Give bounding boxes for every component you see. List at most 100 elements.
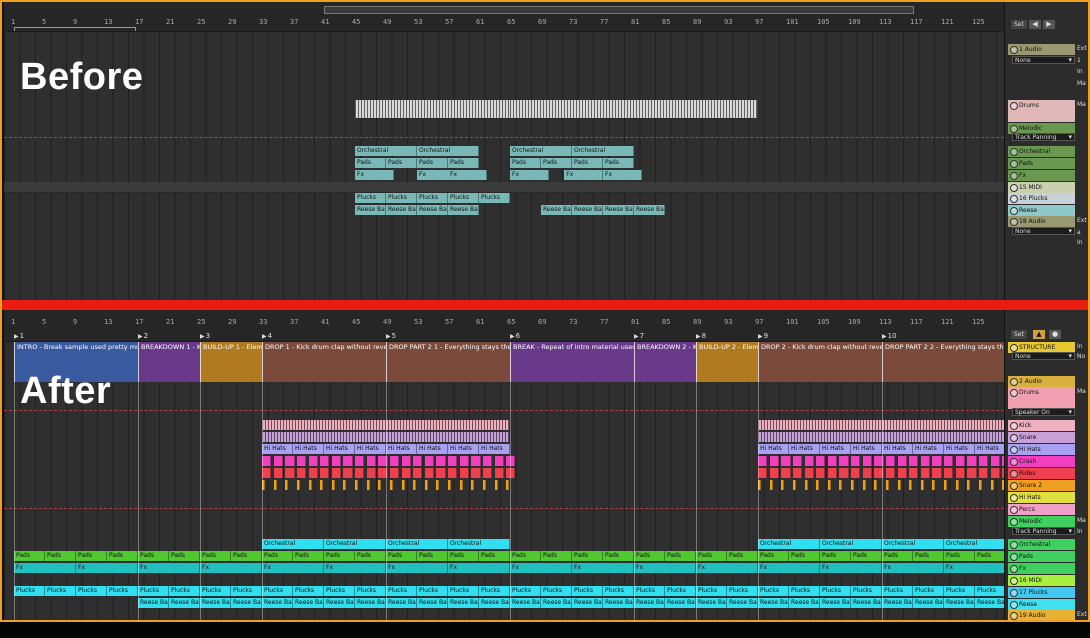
clip-crash[interactable] xyxy=(448,456,458,466)
clip-plucks[interactable]: Plucks xyxy=(169,586,200,596)
clip-fx[interactable]: Fx xyxy=(696,563,758,573)
clip-crash[interactable] xyxy=(897,456,907,466)
clip-crash[interactable] xyxy=(758,456,768,466)
clip-pads[interactable]: Pads xyxy=(76,551,107,561)
clip-crash[interactable] xyxy=(262,456,272,466)
scene-marker[interactable]: 3 xyxy=(200,332,210,340)
clip-plucks[interactable]: Plucks xyxy=(386,193,417,203)
arrow-left-icon[interactable]: ◀ xyxy=(1029,20,1041,29)
scene-marker[interactable]: 7 xyxy=(634,332,644,340)
clip-rides[interactable] xyxy=(851,468,861,478)
clip-snare[interactable] xyxy=(758,432,1004,442)
clip-snare2[interactable] xyxy=(424,480,428,490)
clip-snare2[interactable] xyxy=(273,480,277,490)
clip-crash[interactable] xyxy=(990,456,1000,466)
scene-marker[interactable]: 1 xyxy=(14,332,24,340)
clip-plucks[interactable]: Plucks xyxy=(355,586,386,596)
clip-plucks[interactable]: Plucks xyxy=(975,586,1004,596)
clip-pads[interactable]: Pads xyxy=(138,551,169,561)
clip-plucks[interactable]: Plucks xyxy=(696,586,727,596)
track-header[interactable]: 19 Audio xyxy=(1008,610,1075,620)
panning-select[interactable]: Track Panning xyxy=(1012,133,1075,141)
clip-plucks[interactable]: Plucks xyxy=(355,193,386,203)
clip-rides[interactable] xyxy=(494,468,504,478)
clip-snare2[interactable] xyxy=(792,480,796,490)
clip-pads[interactable]: Pads xyxy=(324,551,355,561)
clip-orchestral[interactable]: Orchestral xyxy=(355,146,417,156)
clip-crash[interactable] xyxy=(296,456,307,466)
clip-hihats[interactable]: Hi Hats xyxy=(293,444,324,454)
clip-crash[interactable] xyxy=(978,456,989,466)
clip-orchestral[interactable]: Orchestral xyxy=(448,539,510,549)
clip-crash[interactable] xyxy=(494,456,504,466)
clip-rides[interactable] xyxy=(459,468,469,478)
track-header[interactable]: Orchestral xyxy=(1008,146,1075,157)
clip-plucks[interactable]: Plucks xyxy=(324,586,355,596)
clip-rides[interactable] xyxy=(944,468,954,478)
clip-crash[interactable] xyxy=(827,456,838,466)
clip-rides[interactable] xyxy=(967,468,977,478)
clip-hihats[interactable]: Hi Hats xyxy=(386,444,417,454)
clip-rides[interactable] xyxy=(781,468,791,478)
clip-crash[interactable] xyxy=(909,456,919,466)
clip-reese[interactable]: Reese Ba xyxy=(417,598,448,608)
clip-crash[interactable] xyxy=(285,456,295,466)
clip-fx[interactable]: Fx xyxy=(882,563,944,573)
clip-crash[interactable] xyxy=(273,456,283,466)
clip-snare2[interactable] xyxy=(355,480,358,490)
clip-snare2[interactable] xyxy=(990,480,994,490)
clip-reese[interactable]: Reese Ba xyxy=(417,205,448,215)
clip-reese[interactable]: Reese Ba xyxy=(231,598,262,608)
scene-marker[interactable]: 8 xyxy=(696,332,706,340)
clip-pads[interactable]: Pads xyxy=(634,551,665,561)
clip-rides[interactable] xyxy=(436,468,446,478)
clip-rides[interactable] xyxy=(827,468,838,478)
clip-rides[interactable] xyxy=(978,468,989,478)
clip-orchestral[interactable]: Orchestral xyxy=(758,539,820,549)
clip-snare2[interactable] xyxy=(874,480,878,490)
clip-pads[interactable]: Pads xyxy=(789,551,820,561)
clip-fx[interactable]: Fx xyxy=(386,563,448,573)
scene-marker[interactable]: 6 xyxy=(510,332,520,340)
track-header[interactable]: Rides xyxy=(1008,468,1075,479)
arrow-right-icon[interactable]: ▶ xyxy=(1043,20,1055,29)
clip-snare2[interactable] xyxy=(308,480,312,490)
clip-hihats[interactable]: Hi Hats xyxy=(417,444,448,454)
clip-reese[interactable]: Reese Ba xyxy=(169,598,200,608)
clip-snare2[interactable] xyxy=(769,480,773,490)
clip-plucks[interactable]: Plucks xyxy=(665,586,696,596)
clip-reese[interactable]: Reese Ba xyxy=(634,205,665,215)
clip-snare2[interactable] xyxy=(378,480,382,490)
clip-rides[interactable] xyxy=(897,468,907,478)
clip-plucks[interactable]: Plucks xyxy=(386,586,417,596)
clip-fx[interactable]: Fx xyxy=(138,563,200,573)
clip-pads[interactable]: Pads xyxy=(45,551,76,561)
clip-orchestral[interactable]: Orchestral xyxy=(944,539,1004,549)
clip-crash[interactable] xyxy=(862,456,872,466)
track-header[interactable]: 2 Audio xyxy=(1008,376,1075,387)
clip-reese[interactable]: Reese Ba xyxy=(665,598,696,608)
clip-snare2[interactable] xyxy=(909,480,913,490)
clip-orchestral[interactable]: Orchestral xyxy=(510,146,572,156)
structure-clip[interactable]: BREAK - Repeat of intro material used xyxy=(510,342,634,382)
clip-plucks[interactable]: Plucks xyxy=(200,586,231,596)
clip-fx[interactable]: Fx xyxy=(324,563,386,573)
clip-reese[interactable]: Reese Ba xyxy=(758,598,789,608)
clip-plucks[interactable]: Plucks xyxy=(76,586,107,596)
scene-ruler[interactable]: 1234567891011 xyxy=(4,332,1004,341)
lock-icon[interactable]: ● xyxy=(1049,330,1061,339)
clip-snare2[interactable] xyxy=(285,480,289,490)
clip-reese[interactable]: Reese Ba xyxy=(975,598,1004,608)
scene-marker[interactable]: 10 xyxy=(882,332,897,340)
loop-brace[interactable] xyxy=(14,27,136,31)
structure-clip[interactable]: DROP PART 2 2 - Everything stays the xyxy=(882,342,1004,382)
clip-snare2[interactable] xyxy=(839,480,843,490)
clip-pads[interactable]: Pads xyxy=(386,158,417,168)
clip-hihats[interactable]: Hi Hats xyxy=(448,444,479,454)
clip-fx[interactable]: Fx xyxy=(76,563,138,573)
clip-orchestral[interactable]: Orchestral xyxy=(820,539,882,549)
clip-pads[interactable]: Pads xyxy=(262,551,293,561)
clip-crash[interactable] xyxy=(331,456,342,466)
clip-snare2[interactable] xyxy=(482,480,486,490)
clip-snare2[interactable] xyxy=(389,480,393,490)
